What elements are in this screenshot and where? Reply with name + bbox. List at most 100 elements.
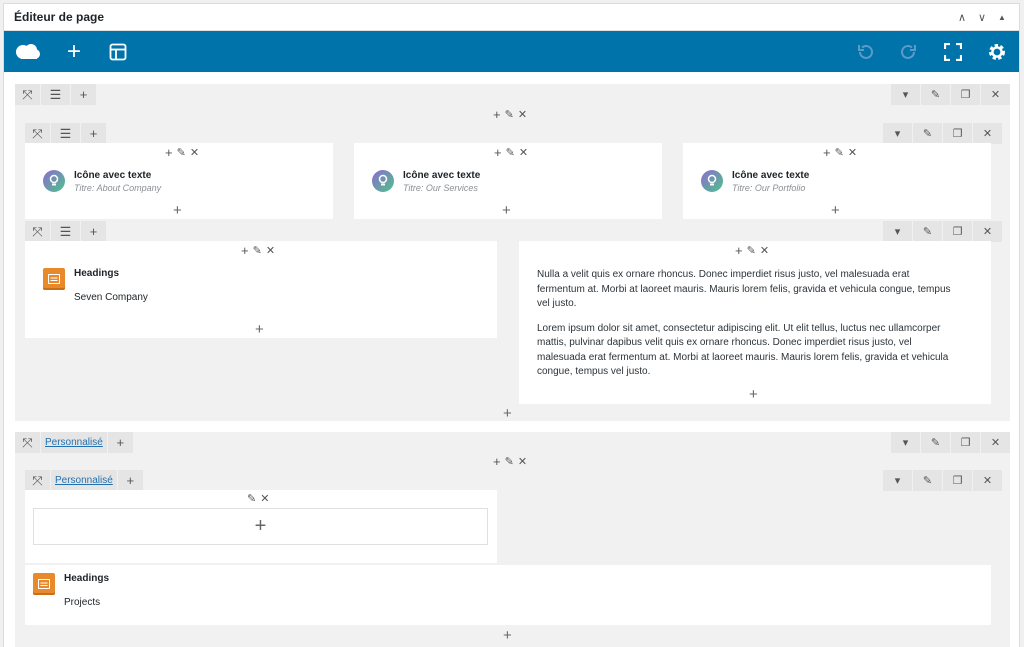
- row-layout-custom-link[interactable]: Personnalisé: [41, 432, 108, 453]
- template-layout-icon[interactable]: [96, 31, 140, 72]
- icon-text-module[interactable]: Icône avec texte Titre: Our Portfolio: [701, 170, 809, 195]
- inner-row-edit-icon[interactable]: ✎: [912, 221, 942, 242]
- panel-header: Éditeur de page ∧ ∨ ▲: [4, 4, 1019, 31]
- row-layout-lines-icon[interactable]: ☰: [41, 84, 71, 105]
- module-subtitle: Titre: Our Services: [403, 183, 478, 193]
- col-edit-icon[interactable]: ✎: [177, 146, 186, 159]
- inner-row-caret-icon[interactable]: ▾: [882, 123, 912, 144]
- col-add-icon[interactable]: +: [494, 145, 502, 160]
- inner-row-edit-icon[interactable]: ✎: [912, 470, 942, 491]
- module-title: Icône avec texte: [403, 170, 481, 181]
- col-add-icon[interactable]: +: [735, 243, 743, 258]
- row-expand-icon[interactable]: ⤧: [15, 84, 41, 105]
- row-options-caret-icon[interactable]: ▾: [890, 432, 920, 453]
- inner-row-layout-label[interactable]: Personnalisé: [55, 475, 113, 486]
- inner-row-edit-icon[interactable]: ✎: [912, 123, 942, 144]
- icon-text-module[interactable]: Icône avec texte Titre: Our Services: [372, 170, 480, 195]
- inner-row-custom-link[interactable]: Personnalisé: [51, 470, 118, 491]
- inner-row-add-icon[interactable]: +: [118, 470, 144, 491]
- add-module-icon[interactable]: +: [173, 203, 182, 218]
- module-title: Icône avec texte: [732, 170, 810, 181]
- inner-row-add-icon[interactable]: +: [81, 221, 107, 242]
- inner-row-expand-icon[interactable]: ⤧: [25, 221, 51, 242]
- inner-row-duplicate-icon[interactable]: ❐: [942, 123, 972, 144]
- row-duplicate-icon[interactable]: ❐: [950, 84, 980, 105]
- inner-row-add-icon[interactable]: +: [81, 123, 107, 144]
- col-delete-icon[interactable]: ✕: [266, 244, 275, 257]
- add-module-icon[interactable]: +: [255, 322, 264, 337]
- text-paragraph-1: Nulla a velit quis ex ornare rhoncus. Do…: [537, 269, 951, 309]
- col-add-icon[interactable]: +: [823, 145, 831, 160]
- row-add-module-icon[interactable]: +: [503, 628, 512, 643]
- row-delete-icon[interactable]: ✕: [980, 84, 1010, 105]
- inner-row-expand-icon[interactable]: ⤧: [25, 123, 51, 144]
- add-module-icon[interactable]: +: [831, 203, 840, 218]
- column-portfolio: + ✎ ✕ Icône avec texte Titre: Our Portfoli…: [683, 143, 991, 219]
- empty-module-placeholder[interactable]: +: [33, 508, 488, 545]
- panel-title: Éditeur de page: [14, 10, 105, 24]
- inner-row-delete-icon[interactable]: ✕: [972, 221, 1002, 242]
- undo-icon[interactable]: [843, 31, 887, 72]
- builder-logo-icon[interactable]: [4, 31, 52, 72]
- column-about: + ✎ ✕ Icône avec texte Titre: About Compan…: [25, 143, 333, 219]
- inner-row-caret-icon[interactable]: ▾: [882, 470, 912, 491]
- row-delete-icon[interactable]: ✕: [980, 432, 1010, 453]
- row-delete-icon[interactable]: ✕: [518, 455, 527, 468]
- col-edit-icon[interactable]: ✎: [506, 146, 515, 159]
- fullscreen-icon[interactable]: [931, 31, 975, 72]
- row-edit-pencil-icon[interactable]: ✎: [920, 84, 950, 105]
- col-delete-icon[interactable]: ✕: [848, 146, 857, 159]
- col-add-icon[interactable]: +: [165, 145, 173, 160]
- redo-icon[interactable]: [887, 31, 931, 72]
- row-2: ⤧ Personnalisé + ▾ ✎ ❐ ✕ + ✎ ✕ ⤧ Personn…: [15, 432, 1010, 647]
- inner-row-delete-icon[interactable]: ✕: [972, 470, 1002, 491]
- add-module-icon[interactable]: +: [749, 387, 758, 402]
- col-edit-icon[interactable]: ✎: [253, 244, 262, 257]
- col-delete-icon[interactable]: ✕: [760, 244, 769, 257]
- add-module-icon[interactable]: +: [502, 203, 511, 218]
- row-add-column-icon[interactable]: +: [493, 107, 501, 122]
- add-element-button[interactable]: +: [52, 31, 96, 72]
- row-expand-icon[interactable]: ⤧: [15, 432, 41, 453]
- inner-row-delete-icon[interactable]: ✕: [972, 123, 1002, 144]
- module-subtitle: Titre: Our Portfolio: [732, 183, 806, 193]
- row-add-module-icon[interactable]: +: [503, 406, 512, 421]
- inner-row-layout-icon[interactable]: ☰: [51, 123, 81, 144]
- headings-module[interactable]: Headings Seven Company: [43, 268, 148, 303]
- text-paragraph-2: Lorem ipsum dolor sit amet, consectetur …: [537, 322, 949, 378]
- row-edit-pencil-icon[interactable]: ✎: [505, 455, 514, 468]
- inner-row-caret-icon[interactable]: ▾: [882, 221, 912, 242]
- row-duplicate-icon[interactable]: ❐: [950, 432, 980, 453]
- headings-module[interactable]: Headings Projects: [33, 573, 109, 608]
- inner-row-layout-icon[interactable]: ☰: [51, 221, 81, 242]
- col-edit-icon[interactable]: ✎: [747, 244, 756, 257]
- col-add-icon[interactable]: +: [241, 243, 249, 258]
- icon-text-module-icon: [701, 170, 723, 192]
- col-delete-icon[interactable]: ✕: [519, 146, 528, 159]
- row-edit-pencil-icon[interactable]: ✎: [920, 432, 950, 453]
- row-delete-icon[interactable]: ✕: [518, 108, 527, 121]
- inner-row-duplicate-icon[interactable]: ❐: [942, 221, 972, 242]
- icon-text-module[interactable]: Icône avec texte Titre: About Company: [43, 170, 161, 195]
- move-down-icon[interactable]: ∨: [975, 11, 989, 24]
- text-module[interactable]: Nulla a velit quis ex ornare rhoncus. Do…: [537, 268, 957, 390]
- row-options-caret-icon[interactable]: ▾: [890, 84, 920, 105]
- inner-row-expand-icon[interactable]: ⤧: [25, 470, 51, 491]
- inner-row-duplicate-icon[interactable]: ❐: [942, 470, 972, 491]
- row-layout-label[interactable]: Personnalisé: [45, 437, 103, 448]
- row-add-icon[interactable]: +: [71, 84, 97, 105]
- row-edit-pencil-icon[interactable]: ✎: [505, 108, 514, 121]
- move-up-icon[interactable]: ∧: [955, 11, 969, 24]
- row-add-icon[interactable]: +: [108, 432, 134, 453]
- col-delete-icon[interactable]: ✕: [190, 146, 199, 159]
- col-delete-icon[interactable]: ✕: [260, 492, 269, 505]
- column-heading: + ✎ ✕ Headings Seven Company +: [25, 241, 497, 338]
- builder-canvas: ⤧ ☰ + ▾ ✎ ❐ ✕ + ✎ ✕ ⤧ ☰ + ▾ ✎ ❐ ✕ + ✎ ✕ …: [12, 78, 1017, 647]
- row-add-column-icon[interactable]: +: [493, 454, 501, 469]
- column-projects-heading: Headings Projects: [25, 565, 991, 625]
- settings-gear-icon[interactable]: [975, 31, 1019, 72]
- collapse-toggle-icon[interactable]: ▲: [995, 13, 1009, 22]
- builder-toolbar: +: [4, 31, 1019, 72]
- col-edit-icon[interactable]: ✎: [247, 492, 256, 505]
- col-edit-icon[interactable]: ✎: [835, 146, 844, 159]
